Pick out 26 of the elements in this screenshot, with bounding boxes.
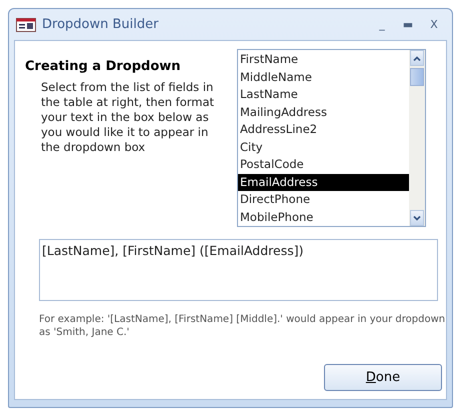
list-item[interactable]: City bbox=[238, 138, 409, 156]
scroll-up-button[interactable] bbox=[410, 50, 424, 66]
form-icon bbox=[16, 18, 36, 32]
list-item[interactable]: PostalCode bbox=[238, 156, 409, 174]
window-title: Dropdown Builder bbox=[42, 17, 160, 32]
list-item[interactable]: LastName bbox=[238, 86, 409, 104]
list-item[interactable]: EmailAddress bbox=[238, 174, 409, 191]
list-item[interactable]: DirectPhone bbox=[238, 191, 409, 208]
done-button[interactable]: Done bbox=[324, 364, 442, 391]
list-item[interactable]: MiddleName bbox=[238, 68, 409, 86]
instructions-text: Select from the list of fields in the table at right, then format your text in the box below as you would like it to appear in the dropdown box bbox=[41, 80, 216, 155]
format-input[interactable]: [LastName], [FirstName] ([EmailAddress]) bbox=[39, 239, 438, 301]
list-item[interactable]: MailingAddress bbox=[238, 104, 409, 121]
scroll-down-button[interactable] bbox=[410, 210, 424, 226]
chevron-up-icon bbox=[413, 56, 421, 60]
example-text: For example: '[LastName], [FirstName] [Middle].' would appear in your dropdown as 'Smith, Jane C.' bbox=[39, 313, 446, 339]
section-heading: Creating a Dropdown bbox=[25, 59, 182, 74]
field-list[interactable]: FirstName MiddleName LastName MailingAddress AddressLine2 City PostalCode EmailAddress DirectPhone MobilePhone bbox=[237, 49, 426, 227]
scroll-thumb[interactable] bbox=[410, 68, 424, 86]
list-item[interactable]: MobilePhone bbox=[238, 208, 409, 226]
list-item[interactable]: AddressLine2 bbox=[238, 121, 409, 138]
chevron-down-icon bbox=[413, 216, 421, 220]
maximize-button[interactable]: ▬ bbox=[395, 18, 421, 31]
list-item[interactable]: FirstName bbox=[238, 51, 409, 68]
close-button[interactable]: X bbox=[421, 18, 447, 31]
minimize-button[interactable]: _ bbox=[369, 18, 395, 31]
